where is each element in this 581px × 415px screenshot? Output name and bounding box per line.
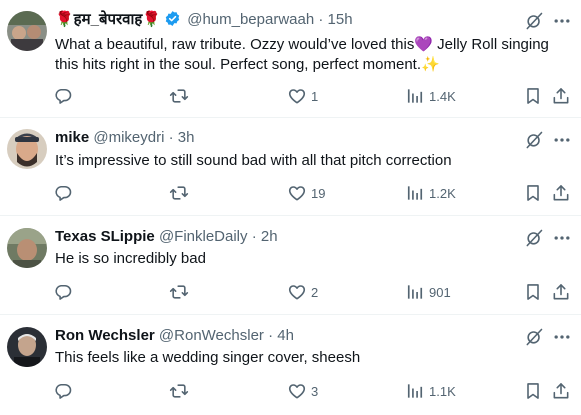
timestamp[interactable]: 2h bbox=[261, 228, 278, 245]
repost-icon bbox=[169, 282, 189, 302]
reply-icon bbox=[53, 282, 73, 302]
separator-dot: · bbox=[318, 11, 324, 28]
avatar[interactable] bbox=[7, 228, 47, 268]
reply-text-line: What a beautiful, raw tribute. Ozzy woul… bbox=[55, 36, 549, 53]
reply-text: What a beautiful, raw tribute. Ozzy woul… bbox=[55, 35, 575, 75]
views-chart-icon bbox=[405, 282, 425, 302]
views-button[interactable]: 901 bbox=[405, 282, 451, 302]
like-count: 3 bbox=[311, 383, 319, 399]
more-icon[interactable] bbox=[552, 327, 572, 347]
views-button[interactable]: 1.2K bbox=[405, 183, 456, 203]
reply-button[interactable] bbox=[53, 86, 77, 106]
reply-header: 🌹हम_बेपरवाह🌹 @hum_beparwaah · 15h bbox=[55, 10, 353, 33]
repost-icon bbox=[169, 381, 189, 401]
grok-icon[interactable] bbox=[524, 11, 544, 31]
repost-icon bbox=[169, 183, 189, 203]
bookmark-icon[interactable] bbox=[523, 282, 543, 302]
avatar[interactable] bbox=[7, 11, 47, 51]
reply-text-line: This feels like a wedding singer cover, … bbox=[55, 349, 361, 366]
reply-header: Texas SLippie @FinkleDaily · 2h bbox=[55, 227, 278, 247]
reply-header: mike @mikeydri · 3h bbox=[55, 128, 194, 148]
repost-button[interactable] bbox=[169, 282, 193, 302]
heart-icon bbox=[287, 381, 307, 401]
bookmark-icon[interactable] bbox=[523, 381, 543, 401]
bookmark-icon[interactable] bbox=[523, 86, 543, 106]
reply-item[interactable]: Ron Wechsler @RonWechsler · 4h This feel… bbox=[0, 315, 581, 415]
more-icon[interactable] bbox=[552, 11, 572, 31]
grok-icon[interactable] bbox=[524, 228, 544, 248]
like-button[interactable]: 2 bbox=[287, 282, 318, 302]
reply-item[interactable]: mike @mikeydri · 3h It’s impressive to s… bbox=[0, 118, 581, 216]
author-handle[interactable]: @hum_beparwaah bbox=[187, 11, 314, 28]
reply-button[interactable] bbox=[53, 381, 77, 401]
separator-dot: · bbox=[251, 228, 257, 245]
author-name[interactable]: 🌹हम_बेपरवाह🌹 bbox=[55, 11, 161, 28]
repost-button[interactable] bbox=[169, 86, 193, 106]
share-icon[interactable] bbox=[551, 86, 571, 106]
reply-text-line: It’s impressive to still sound bad with … bbox=[55, 152, 452, 169]
repost-button[interactable] bbox=[169, 183, 193, 203]
repost-icon bbox=[169, 86, 189, 106]
bookmark-icon[interactable] bbox=[523, 183, 543, 203]
reply-text: He is so incredibly bad bbox=[55, 249, 575, 269]
views-button[interactable]: 1.4K bbox=[405, 86, 456, 106]
repost-button[interactable] bbox=[169, 381, 193, 401]
reply-item[interactable]: Texas SLippie @FinkleDaily · 2h He is so… bbox=[0, 216, 581, 315]
reply-icon bbox=[53, 381, 73, 401]
share-icon[interactable] bbox=[551, 381, 571, 401]
grok-icon[interactable] bbox=[524, 327, 544, 347]
separator-dot: · bbox=[268, 327, 274, 344]
heart-icon bbox=[287, 86, 307, 106]
views-chart-icon bbox=[405, 381, 425, 401]
verified-badge-icon bbox=[164, 10, 181, 33]
reply-icon bbox=[53, 86, 73, 106]
reply-header: Ron Wechsler @RonWechsler · 4h bbox=[55, 326, 294, 346]
like-count: 19 bbox=[311, 185, 326, 201]
reply-icon bbox=[53, 183, 73, 203]
author-handle[interactable]: @mikeydri bbox=[93, 129, 164, 146]
views-chart-icon bbox=[405, 183, 425, 203]
views-count: 1.4K bbox=[429, 88, 456, 104]
reply-text-line: He is so incredibly bad bbox=[55, 250, 206, 267]
like-button[interactable]: 19 bbox=[287, 183, 325, 203]
more-icon[interactable] bbox=[552, 130, 572, 150]
like-count: 1 bbox=[311, 88, 319, 104]
reply-text-line: this hits right in the soul. Perfect son… bbox=[55, 56, 440, 73]
views-button[interactable]: 1.1K bbox=[405, 381, 456, 401]
author-handle[interactable]: @FinkleDaily bbox=[159, 228, 248, 245]
reply-button[interactable] bbox=[53, 183, 77, 203]
author-name[interactable]: Texas SLippie bbox=[55, 228, 155, 245]
avatar[interactable] bbox=[7, 327, 47, 367]
reply-item[interactable]: 🌹हम_बेपरवाह🌹 @hum_beparwaah · 15h What a… bbox=[0, 0, 581, 118]
views-count: 1.1K bbox=[429, 383, 456, 399]
like-count: 2 bbox=[311, 284, 319, 300]
author-name[interactable]: Ron Wechsler bbox=[55, 327, 155, 344]
like-button[interactable]: 3 bbox=[287, 381, 318, 401]
timestamp[interactable]: 3h bbox=[178, 129, 195, 146]
author-name[interactable]: mike bbox=[55, 129, 89, 146]
views-chart-icon bbox=[405, 86, 425, 106]
views-count: 901 bbox=[429, 284, 451, 300]
more-icon[interactable] bbox=[552, 228, 572, 248]
views-count: 1.2K bbox=[429, 185, 456, 201]
grok-icon[interactable] bbox=[524, 130, 544, 150]
heart-icon bbox=[287, 183, 307, 203]
timestamp[interactable]: 15h bbox=[328, 11, 353, 28]
timestamp[interactable]: 4h bbox=[277, 327, 294, 344]
reply-text: This feels like a wedding singer cover, … bbox=[55, 348, 575, 368]
share-icon[interactable] bbox=[551, 282, 571, 302]
like-button[interactable]: 1 bbox=[287, 86, 318, 106]
reply-button[interactable] bbox=[53, 282, 77, 302]
reply-text: It’s impressive to still sound bad with … bbox=[55, 151, 575, 171]
author-handle[interactable]: @RonWechsler bbox=[159, 327, 264, 344]
share-icon[interactable] bbox=[551, 183, 571, 203]
avatar[interactable] bbox=[7, 129, 47, 169]
heart-icon bbox=[287, 282, 307, 302]
separator-dot: · bbox=[168, 129, 174, 146]
